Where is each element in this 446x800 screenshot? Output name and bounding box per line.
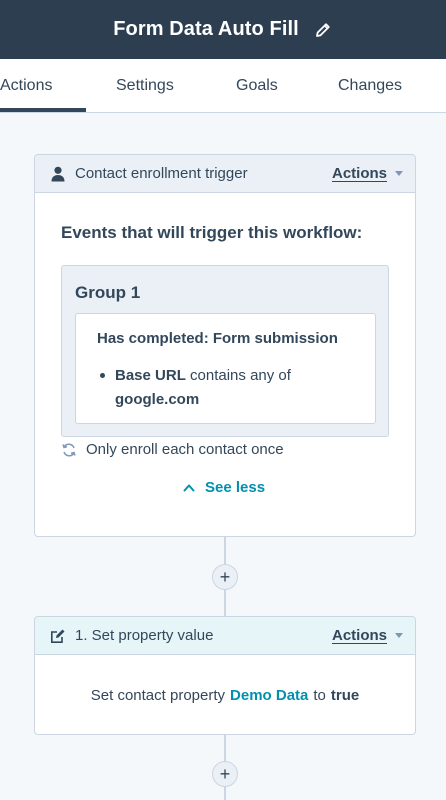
action-card-title: 1. Set property value [75,627,214,644]
plus-icon: + [219,567,231,587]
tab-label: Changes [338,77,403,94]
workflow-header: Form Data Auto Fill [0,0,446,59]
enroll-text: Only enroll each contact once [86,441,284,458]
trigger-actions-dropdown[interactable]: Actions [332,165,403,182]
events-heading: Events that will trigger this workflow: [61,223,363,242]
add-action-button[interactable]: + [212,564,238,590]
actions-label: Actions [331,627,387,644]
enrollment-trigger-card[interactable]: Contact enrollment trigger Actions Event… [34,154,416,537]
trigger-group: Group 1 Has completed: Form submission B… [61,265,389,437]
edit-icon [49,627,67,645]
trigger-card-header: Contact enrollment trigger Actions [35,155,415,193]
trigger-card-title: Contact enrollment trigger [75,165,248,182]
person-icon [49,165,67,183]
tab-goals[interactable]: Goals [236,59,278,113]
action-connector-word: to [313,686,326,704]
filter-property: Base URL [115,367,186,384]
tab-label: Goals [236,77,278,94]
pencil-icon[interactable] [313,20,333,40]
action-card-header: 1. Set property value Actions [35,617,415,655]
tab-changes[interactable]: Changes [338,59,402,113]
re-enrollment-note: Only enroll each contact once [61,441,284,458]
caret-down-icon [395,171,403,176]
trigger-condition[interactable]: Has completed: Form submission Base URL … [75,313,376,424]
filter-operator: contains any of [190,367,291,384]
group-label: Group 1 [75,283,141,302]
condition-filter: Base URL contains any of [115,367,291,384]
caret-down-icon [395,633,403,638]
action-prefix: Set contact property [90,686,226,704]
tab-label: Actions [0,77,53,94]
property-name[interactable]: Demo Data [230,687,308,704]
refresh-icon [61,442,77,458]
active-tab-indicator [0,108,86,112]
actions-label: Actions [331,165,387,182]
see-less-label: See less [205,479,266,496]
filter-value: google.com [115,391,200,408]
tab-bar: Actions Settings Goals Changes [0,59,446,113]
tab-settings[interactable]: Settings [116,59,174,113]
tab-label: Settings [116,77,174,94]
condition-title: Has completed: Form submission [97,330,338,347]
action-summary: Set contact property Demo Data to true [35,655,415,734]
chevron-up-icon [183,482,195,494]
plus-icon: + [219,764,231,784]
tab-actions[interactable]: Actions [0,59,52,113]
action-actions-dropdown[interactable]: Actions [332,627,403,644]
bullet-icon [100,373,105,378]
workflow-title: Form Data Auto Fill [113,18,299,40]
add-action-button[interactable]: + [212,761,238,787]
see-less-button[interactable]: See less [183,479,265,496]
set-property-action-card[interactable]: 1. Set property value Actions Set contac… [34,616,416,735]
property-value: true [330,686,360,704]
